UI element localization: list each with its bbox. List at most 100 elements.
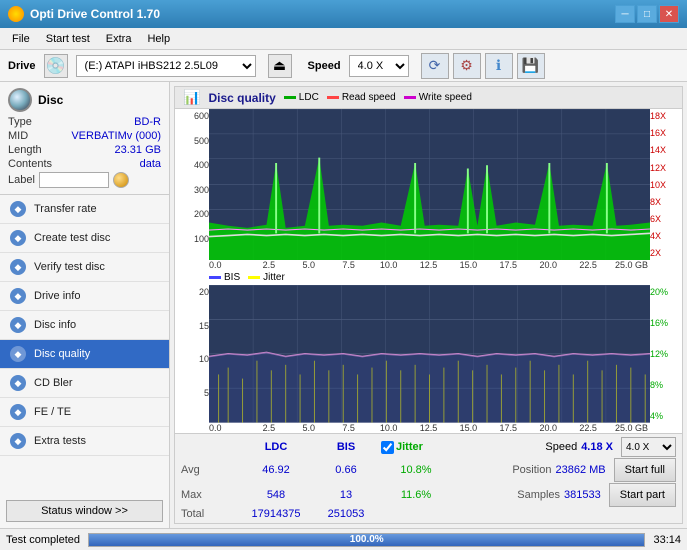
nav-cd-bler[interactable]: ◆ CD Bler (0, 369, 169, 398)
read-speed-legend-color (327, 96, 339, 99)
menu-start-test[interactable]: Start test (38, 31, 98, 47)
close-button[interactable]: ✕ (659, 5, 679, 23)
write-speed-legend-label: Write speed (419, 92, 472, 103)
avg-bis: 0.66 (311, 464, 381, 476)
col-ldc-header: LDC (241, 441, 311, 453)
avg-row: Avg 46.92 0.66 10.8% Position 23862 MB S… (181, 458, 676, 482)
ldc-legend-color (284, 96, 296, 99)
label-icon[interactable] (113, 172, 129, 188)
menu-extra[interactable]: Extra (98, 31, 140, 47)
refresh-icon[interactable]: ⟳ (421, 53, 449, 79)
menu-help[interactable]: Help (139, 31, 178, 47)
status-bar: Test completed 100.0% 33:14 (0, 528, 687, 550)
nav-disc-info[interactable]: ◆ Disc info (0, 311, 169, 340)
info-icon[interactable]: ℹ (485, 53, 513, 79)
disc-quality-icon: ◆ (10, 346, 26, 362)
title-bar: Opti Drive Control 1.70 ─ □ ✕ (0, 0, 687, 28)
disc-label-input[interactable] (39, 172, 109, 188)
disc-contents-label: Contents (8, 158, 52, 170)
save-icon[interactable]: 💾 (517, 53, 545, 79)
stats-area: LDC BIS Jitter Speed 4.18 X 4.0 X Avg (175, 433, 682, 523)
bis-legend-label: BIS (224, 272, 240, 283)
disc-contents-value: data (140, 158, 161, 170)
minimize-button[interactable]: ─ (615, 5, 635, 23)
max-row: Max 548 13 11.6% Samples 381533 Start pa… (181, 483, 676, 507)
window-controls: ─ □ ✕ (615, 5, 679, 23)
disc-type-value: BD-R (134, 116, 161, 128)
start-full-button[interactable]: Start full (614, 458, 676, 482)
bottom-chart-area: 20 15 10 5 (177, 285, 680, 423)
total-row: Total 17914375 251053 (181, 508, 676, 520)
stats-header-row: LDC BIS Jitter Speed 4.18 X 4.0 X (181, 437, 676, 457)
nav-fe-te[interactable]: ◆ FE / TE (0, 398, 169, 427)
left-panel: Disc Type BD-R MID VERBATIMv (000) Lengt… (0, 82, 170, 528)
bottom-chart-legend: BIS Jitter (177, 270, 680, 285)
chart-title: Disc quality (208, 91, 275, 105)
y-axis-right-top: 18X 16X 14X 12X 10X 8X 6X 4X 2X (650, 109, 680, 260)
cd-bler-icon: ◆ (10, 375, 26, 391)
nav-create-test-disc[interactable]: ◆ Create test disc (0, 224, 169, 253)
max-ldc: 548 (241, 489, 311, 501)
disc-section-label: Disc (38, 93, 63, 107)
app-icon (8, 6, 24, 22)
transfer-rate-icon: ◆ (10, 201, 26, 217)
top-chart-svg (209, 109, 650, 260)
read-speed-legend-label: Read speed (342, 92, 396, 103)
ldc-legend-label: LDC (299, 92, 319, 103)
col-bis-header: BIS (311, 441, 381, 453)
fe-te-icon: ◆ (10, 404, 26, 420)
y-axis-right-bottom: 20% 16% 12% 8% 4% (650, 285, 680, 423)
menu-bar: File Start test Extra Help (0, 28, 687, 50)
nav-items: ◆ Transfer rate ◆ Create test disc ◆ Ver… (0, 195, 169, 494)
drive-eject-icon[interactable]: ⏏ (268, 54, 292, 78)
start-part-button[interactable]: Start part (609, 483, 676, 507)
settings-icon[interactable]: ⚙ (453, 53, 481, 79)
write-speed-legend-color (404, 96, 416, 99)
disc-info-icon: ◆ (10, 317, 26, 333)
drive-bar: Drive 💿 (E:) ATAPI iHBS212 2.5L09 ⏏ Spee… (0, 50, 687, 82)
nav-drive-info[interactable]: ◆ Drive info (0, 282, 169, 311)
jitter-checkbox-row: Jitter (381, 441, 423, 454)
chart-container: 📊 Disc quality LDC Read speed Write spee… (174, 86, 683, 524)
bottom-chart-svg (209, 285, 650, 423)
x-axis-labels-bottom: 0.0 2.5 5.0 7.5 10.0 12.5 15.0 17.5 20.0… (177, 423, 680, 433)
max-label: Max (181, 489, 241, 501)
disc-mid-value: VERBATIMv (000) (71, 130, 161, 142)
disc-icon (8, 88, 32, 112)
samples-label: Samples (517, 489, 560, 501)
nav-extra-tests[interactable]: ◆ Extra tests (0, 427, 169, 456)
speed-stats-select[interactable]: 4.0 X (621, 437, 676, 457)
speed-select[interactable]: 4.0 X (349, 55, 409, 77)
menu-file[interactable]: File (4, 31, 38, 47)
disc-mid-label: MID (8, 130, 28, 142)
speed-display-label: Speed (545, 441, 577, 453)
disc-type-label: Type (8, 116, 32, 128)
jitter-checkbox[interactable] (381, 441, 394, 454)
avg-ldc: 46.92 (241, 464, 311, 476)
right-panel: 📊 Disc quality LDC Read speed Write spee… (170, 82, 687, 528)
total-ldc: 17914375 (241, 508, 311, 520)
total-label: Total (181, 508, 241, 520)
chart-header: 📊 Disc quality LDC Read speed Write spee… (175, 87, 682, 109)
max-jitter: 11.6% (381, 489, 451, 501)
position-value: 23862 MB (555, 464, 605, 476)
nav-disc-quality[interactable]: ◆ Disc quality (0, 340, 169, 369)
charts-area: 600 500 400 300 200 100 (175, 109, 682, 433)
x-axis-labels-top: 0.0 2.5 5.0 7.5 10.0 12.5 15.0 17.5 20.0… (177, 260, 680, 270)
drive-select[interactable]: (E:) ATAPI iHBS212 2.5L09 (76, 55, 256, 77)
create-test-disc-icon: ◆ (10, 230, 26, 246)
jitter-label: Jitter (396, 441, 423, 453)
maximize-button[interactable]: □ (637, 5, 657, 23)
drive-info-icon: ◆ (10, 288, 26, 304)
drive-disc-icon: 💿 (44, 54, 68, 78)
extra-tests-icon: ◆ (10, 433, 26, 449)
speed-label: Speed (308, 60, 341, 72)
max-bis: 13 (311, 489, 381, 501)
main-content: Disc Type BD-R MID VERBATIMv (000) Lengt… (0, 82, 687, 528)
y-axis-left-top: 600 500 400 300 200 100 (177, 109, 209, 260)
avg-label: Avg (181, 464, 241, 476)
nav-verify-test-disc[interactable]: ◆ Verify test disc (0, 253, 169, 282)
nav-transfer-rate[interactable]: ◆ Transfer rate (0, 195, 169, 224)
status-window-button[interactable]: Status window >> (6, 500, 163, 522)
top-chart-area: 600 500 400 300 200 100 (177, 109, 680, 260)
